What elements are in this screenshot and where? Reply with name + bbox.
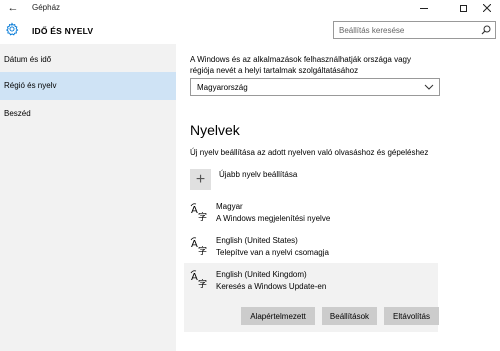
plus-icon: + [195, 171, 206, 188]
chevron-down-icon [424, 84, 434, 90]
languages-description: Új nyelv beállítása az adott nyelven val… [190, 148, 429, 157]
minimize-icon [420, 7, 428, 9]
language-status: Keresés a Windows Update-en [216, 282, 327, 291]
remove-button[interactable]: Eltávolítás [384, 307, 439, 325]
sidebar-item-speech[interactable]: Beszéd [0, 100, 176, 128]
language-name: English (United Kingdom) [216, 270, 307, 279]
search-box[interactable] [333, 21, 496, 39]
region-description: A Windows és az alkalmazások felhasználh… [190, 55, 411, 75]
svg-text:A: A [191, 239, 198, 250]
add-language-button[interactable]: + [190, 169, 211, 190]
language-status: A Windows megjelenítési nyelve [216, 214, 331, 223]
page-header: IDŐ ÉS NYELV [0, 16, 500, 44]
language-item-english-us[interactable]: A 字 English (United States) Telepítve va… [184, 232, 438, 260]
language-icon: A 字 [190, 270, 207, 289]
language-name: Magyar [216, 202, 243, 211]
page-title: IDŐ ÉS NYELV [32, 26, 94, 36]
sidebar-item-date-time[interactable]: Dátum és idő [0, 46, 176, 74]
language-name: English (United States) [216, 236, 298, 245]
close-icon [483, 4, 491, 12]
sidebar: Dátum és idő Régió és nyelv Beszéd [0, 44, 176, 351]
gear-icon [6, 22, 19, 36]
minimize-button[interactable] [411, 0, 437, 16]
sidebar-item-region-language[interactable]: Régió és nyelv [0, 72, 176, 100]
svg-text:字: 字 [198, 245, 207, 256]
search-input[interactable] [334, 22, 474, 38]
window-title: Gépház [32, 3, 61, 12]
svg-text:字: 字 [198, 211, 207, 222]
maximize-button[interactable] [450, 0, 476, 16]
search-icon[interactable] [481, 25, 491, 35]
set-default-button[interactable]: Alapértelmezett [241, 307, 315, 325]
country-select-value: Magyarország [197, 83, 248, 92]
close-button[interactable] [474, 0, 500, 16]
maximize-icon [459, 4, 467, 12]
back-arrow-icon[interactable]: ← [5, 2, 21, 14]
add-language-label[interactable]: Újabb nyelv beállítása [219, 170, 297, 179]
country-select[interactable]: Magyarország [190, 78, 440, 96]
languages-heading: Nyelvek [190, 122, 240, 138]
language-icon: A 字 [190, 237, 207, 256]
options-button[interactable]: Beállítások [322, 307, 377, 325]
language-status: Telepítve van a nyelvi csomagja [216, 248, 329, 257]
title-bar: ← Gépház [0, 0, 500, 16]
language-item-english-uk[interactable]: A 字 English (United Kingdom) Keresés a W… [184, 263, 439, 332]
svg-text:A: A [191, 205, 198, 216]
svg-text:A: A [191, 272, 198, 283]
language-icon: A 字 [190, 203, 207, 222]
main-content: A Windows és az alkalmazások felhasználh… [176, 44, 500, 351]
language-item-magyar[interactable]: A 字 Magyar A Windows megjelenítési nyelv… [184, 198, 438, 226]
svg-text:字: 字 [198, 278, 207, 289]
